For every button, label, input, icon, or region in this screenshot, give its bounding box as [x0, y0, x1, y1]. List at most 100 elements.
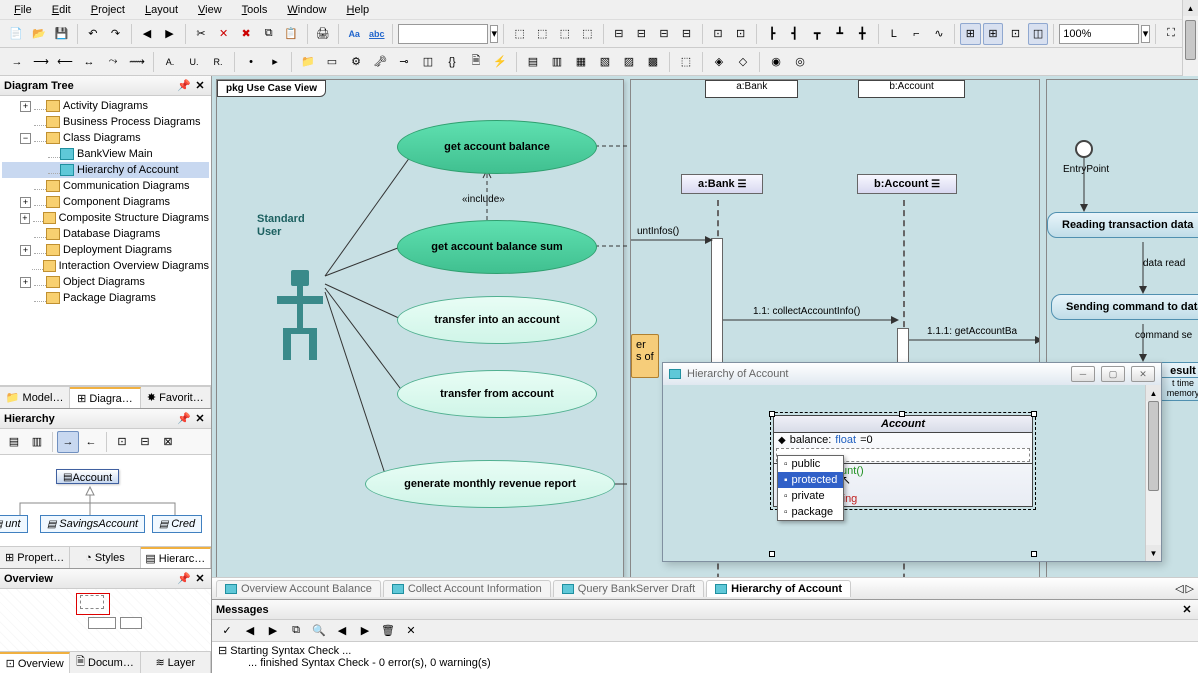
grid-icon-1[interactable]: ⊞	[960, 23, 981, 45]
canvas[interactable]: pkg Use Case View Standard User	[212, 76, 1198, 577]
zoom-input[interactable]: 100%	[1059, 24, 1139, 44]
tog2-icon[interactable]: ◇	[732, 51, 754, 73]
new-icon[interactable]: 📄	[6, 23, 27, 45]
back-icon[interactable]: ◀	[137, 23, 158, 45]
tree-item[interactable]: +Composite Structure Diagrams	[2, 210, 209, 226]
tree-item[interactable]: −Class Diagrams	[2, 130, 209, 146]
overview-viewport[interactable]	[76, 593, 110, 615]
tree-item[interactable]: +Component Diagrams	[2, 194, 209, 210]
doctab-collect-info[interactable]: Collect Account Information	[383, 580, 551, 597]
usecase-node[interactable]: get account balance sum	[397, 220, 597, 274]
iface-icon[interactable]: ▥	[546, 51, 568, 73]
maximize-icon[interactable]: ▢	[1101, 366, 1125, 382]
attr-balance[interactable]: ◆ balance:float=0	[774, 433, 1032, 447]
cut-icon[interactable]: ✂	[191, 23, 212, 45]
grid-icon-3[interactable]: ⊡	[1005, 23, 1026, 45]
m-icon-8[interactable]: 🗑	[377, 620, 399, 642]
text-a-icon[interactable]: A.	[159, 51, 181, 73]
print-icon[interactable]: 🖨	[312, 23, 333, 45]
tree-item[interactable]: Interaction Overview Diagrams	[2, 258, 209, 274]
combo-1-drop[interactable]: ▾	[490, 25, 499, 43]
arrow-icon-4[interactable]: ↔	[78, 51, 100, 73]
m-icon-6[interactable]: ◀	[331, 620, 353, 642]
redo-icon[interactable]: ↷	[105, 23, 126, 45]
lolli-icon[interactable]: ⊸	[393, 51, 415, 73]
messages-body[interactable]: ⊟ Starting Syntax Check ... ... finished…	[212, 642, 1198, 673]
m-icon-7[interactable]: ▶	[354, 620, 376, 642]
port-icon[interactable]: ◫	[417, 51, 439, 73]
tab-prev-icon[interactable]: ◁	[1175, 582, 1183, 595]
menu-view[interactable]: View	[188, 2, 232, 18]
hier-child-2[interactable]: ▤ SavingsAccount	[40, 515, 145, 533]
h-icon-6[interactable]: ⊟	[134, 431, 156, 453]
m-icon-2[interactable]: ◀	[239, 620, 261, 642]
combo-1[interactable]	[398, 24, 488, 44]
sig-icon[interactable]: ▩	[642, 51, 664, 73]
enum-icon[interactable]: ▦	[570, 51, 592, 73]
usecase-node[interactable]: generate monthly revenue report	[365, 460, 615, 508]
m-icon-9[interactable]: ✕	[400, 620, 422, 642]
find-icon[interactable]: abc	[366, 23, 387, 45]
m-icon-4[interactable]: ⧉	[285, 620, 307, 642]
close-icon[interactable]: ✕	[193, 572, 207, 586]
align-icon-4[interactable]: ⊟	[676, 23, 697, 45]
route-icon-2[interactable]: ⌐	[906, 23, 927, 45]
dist-icon-4[interactable]: ┻	[829, 23, 850, 45]
dist-icon-5[interactable]: ╋	[852, 23, 873, 45]
m-icon-3[interactable]: ▶	[262, 620, 284, 642]
delete2-icon[interactable]: ✖	[236, 23, 257, 45]
arrow-icon-2[interactable]: ⟶	[30, 51, 52, 73]
doctab-overview-balance[interactable]: Overview Account Balance	[216, 580, 381, 597]
nav-icon-1[interactable]: ⬚	[509, 23, 530, 45]
entrypoint-icon[interactable]	[1075, 140, 1093, 158]
pin-icon[interactable]: 📌	[177, 412, 191, 426]
vis-public[interactable]: ▫ public	[778, 456, 843, 472]
vis-private[interactable]: ▫ private	[778, 488, 843, 504]
state-sending[interactable]: Sending command to data	[1051, 294, 1198, 320]
dist-icon-3[interactable]: ┳	[807, 23, 828, 45]
align-icon-1[interactable]: ⊟	[609, 23, 630, 45]
doctab-query-draft[interactable]: Query BankServer Draft	[553, 580, 704, 597]
inner-titlebar[interactable]: Hierarchy of Account ─ ▢ ✕	[663, 363, 1161, 385]
usecase-node[interactable]: get account balance	[397, 120, 597, 174]
paste-icon[interactable]: 📋	[281, 23, 302, 45]
h-icon-7[interactable]: ⊠	[157, 431, 179, 453]
nav-icon-4[interactable]: ⬚	[577, 23, 598, 45]
flash-icon[interactable]: ⚡	[489, 51, 511, 73]
lifeline-b[interactable]: b:Account ☰	[857, 174, 957, 194]
bullet-icon[interactable]: •	[240, 51, 262, 73]
open-icon[interactable]: 📂	[29, 23, 50, 45]
grid-icon-4[interactable]: ◫	[1028, 23, 1049, 45]
h-icon-5[interactable]: ⊡	[111, 431, 133, 453]
tree-item[interactable]: +Deployment Diagrams	[2, 242, 209, 258]
hier-root[interactable]: ▤ Account	[56, 469, 119, 484]
m-icon-1[interactable]: ✓	[216, 620, 238, 642]
delete-icon[interactable]: ✕	[213, 23, 234, 45]
visibility-menu[interactable]: ▫ public ▪ protected ▫ private ▫ package	[777, 455, 844, 521]
h-icon-1[interactable]: ▤	[3, 431, 25, 453]
arrow-icon-5[interactable]: ⤳	[102, 51, 124, 73]
tab-styles[interactable]: ◔ Styles	[70, 547, 140, 568]
tab-documentation[interactable]: 🗎 Docum…	[70, 652, 140, 673]
tree-item[interactable]: BankView Main	[2, 146, 209, 162]
pin-icon[interactable]: 📌	[177, 572, 191, 586]
menu-help[interactable]: Help	[337, 2, 380, 18]
h-icon-3[interactable]: →	[57, 431, 79, 453]
arrow-icon-1[interactable]: →	[6, 51, 28, 73]
align-icon-2[interactable]: ⊟	[631, 23, 652, 45]
route-icon-1[interactable]: L	[884, 23, 905, 45]
inner-scrollbar[interactable]: ▲▼	[1145, 385, 1161, 561]
state-reading[interactable]: Reading transaction data	[1047, 212, 1198, 238]
tog1-icon[interactable]: ◈	[708, 51, 730, 73]
minimize-icon[interactable]: ─	[1071, 366, 1095, 382]
menu-project[interactable]: Project	[81, 2, 135, 18]
text-r-icon[interactable]: R.	[207, 51, 229, 73]
nav-icon-2[interactable]: ⬚	[532, 23, 553, 45]
gear-icon[interactable]: ⚙	[345, 51, 367, 73]
actor-icon[interactable]	[271, 270, 327, 369]
dist-icon-2[interactable]: ┫	[784, 23, 805, 45]
vis-package[interactable]: ▫ package	[778, 504, 843, 520]
menu-edit[interactable]: Edit	[42, 2, 81, 18]
h-icon-2[interactable]: ▥	[26, 431, 48, 453]
dist-icon-1[interactable]: ┣	[762, 23, 783, 45]
